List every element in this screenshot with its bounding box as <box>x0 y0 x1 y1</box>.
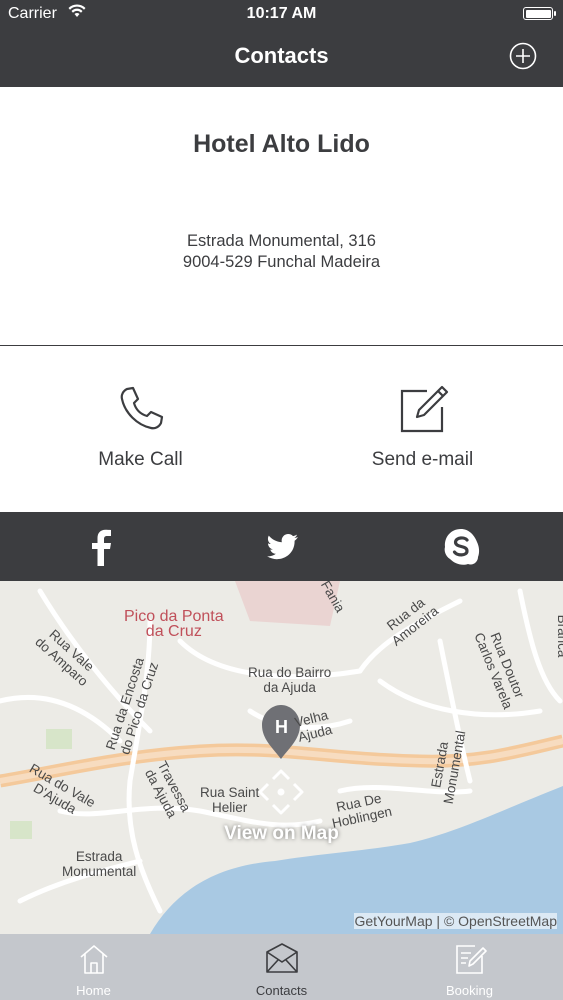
map-label-branca: Rua do Cabo Branca <box>554 614 563 658</box>
hotel-address: Estrada Monumental, 316 9004-529 Funchal… <box>0 231 563 273</box>
tab-contacts[interactable]: Contacts <box>188 934 375 1000</box>
make-call-label: Make Call <box>98 449 183 470</box>
map-label-bairro: Rua do Bairro da Ajuda <box>248 665 332 695</box>
make-call-button[interactable]: Make Call <box>0 347 281 512</box>
contact-actions: Make Call Send e-mail <box>0 347 563 512</box>
status-time: 10:17 AM <box>246 5 317 22</box>
map-label-estrada-monumental: Estrada Monumental <box>62 849 137 879</box>
edit-icon <box>455 945 487 974</box>
social-bar <box>0 512 563 581</box>
map-credit: GetYourMap | © OpenStreetMap <box>354 913 557 929</box>
address-line-1: Estrada Monumental, 316 <box>187 232 376 250</box>
plus-circle-icon <box>509 42 537 70</box>
hotel-info-card: Hotel Alto Lido Estrada Monumental, 316 … <box>0 87 563 346</box>
skype-icon <box>444 529 480 565</box>
location-map[interactable]: H Pico da Ponta da Cruz Rua Vale do Ampa… <box>0 581 563 934</box>
address-line-2: 9004-529 Funchal Madeira <box>182 253 381 271</box>
hotel-name: Hotel Alto Lido <box>193 130 370 158</box>
envelope-icon <box>265 943 298 973</box>
battery-icon <box>523 7 556 20</box>
view-on-map-button[interactable]: View on Map <box>0 823 563 845</box>
tab-home[interactable]: Home <box>0 934 187 1000</box>
send-email-label: Send e-mail <box>371 449 474 470</box>
add-contact-button[interactable] <box>509 42 537 70</box>
tab-contacts-label: Contacts <box>255 983 308 998</box>
tab-booking-label: Booking <box>446 983 493 998</box>
home-icon <box>79 945 108 974</box>
hotel-pin-label: H <box>275 717 288 737</box>
navigation-bar: Carrier 10:17 AM Contacts <box>0 0 563 87</box>
tab-booking[interactable]: Booking <box>376 934 563 1000</box>
twitter-icon <box>267 534 298 560</box>
compose-icon <box>400 385 448 433</box>
tab-bar: Home Contacts Booking <box>0 934 563 1000</box>
page-title: Contacts <box>234 43 329 68</box>
map-label-pico: Pico da Ponta da Cruz <box>124 608 224 640</box>
skype-button[interactable] <box>440 526 482 568</box>
send-email-button[interactable]: Send e-mail <box>282 347 563 512</box>
twitter-button[interactable] <box>261 526 303 568</box>
phone-icon <box>120 386 163 430</box>
facebook-button[interactable] <box>81 526 123 568</box>
status-bar: Carrier 10:17 AM <box>0 0 563 30</box>
tab-home-label: Home <box>76 983 111 998</box>
map-label-sao-helier: Rua Saint Helier <box>200 785 260 815</box>
facebook-icon <box>92 529 111 566</box>
